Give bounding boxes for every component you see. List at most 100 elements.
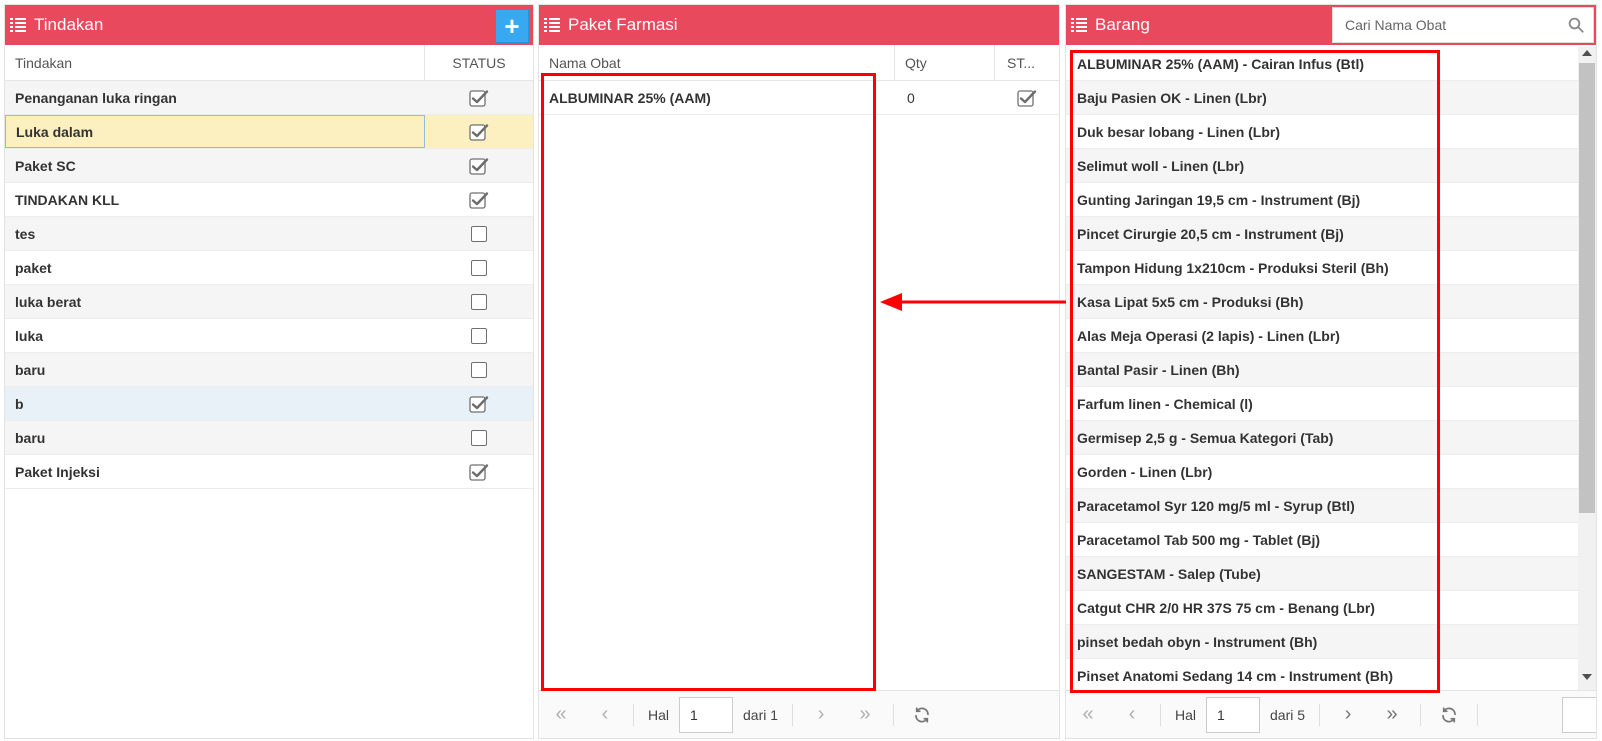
barang-row[interactable]: Farfum linen - Chemical (l)	[1066, 387, 1578, 421]
page-number-input[interactable]	[1206, 696, 1261, 733]
scroll-down-icon[interactable]	[1582, 674, 1592, 680]
barang-name: Baju Pasien OK - Linen (Lbr)	[1077, 89, 1267, 106]
checkbox-unchecked-icon[interactable]	[471, 327, 487, 344]
barang-row[interactable]: Gorden - Linen (Lbr)	[1066, 455, 1578, 489]
checkbox-unchecked-icon[interactable]	[471, 429, 487, 446]
first-page-button[interactable]: «	[539, 696, 583, 734]
barang-row[interactable]: Germisep 2,5 g - Semua Kategori (Tab)	[1066, 421, 1578, 455]
scroll-up-icon[interactable]	[1582, 50, 1592, 56]
barang-row[interactable]: Pincet Cirurgie 20,5 cm - Instrument (Bj…	[1066, 217, 1578, 251]
barang-row[interactable]: Selimut woll - Linen (Lbr)	[1066, 149, 1578, 183]
tindakan-name: paket	[15, 259, 52, 276]
barang-row[interactable]: SANGESTAM - Salep (Tube)	[1066, 557, 1578, 591]
checkbox-checked-icon[interactable]	[469, 89, 489, 107]
barang-name: Gunting Jaringan 19,5 cm - Instrument (B…	[1077, 191, 1361, 208]
barang-row[interactable]: ALBUMINAR 25% (AAM) - Cairan Infus (Btl)	[1066, 47, 1578, 81]
refresh-icon	[1442, 706, 1456, 723]
checkbox-unchecked-icon[interactable]	[471, 361, 487, 378]
barang-row[interactable]: pinset bedah obyn - Instrument (Bh)	[1066, 625, 1578, 659]
barang-row[interactable]: Pinset Anatomi Sedang 14 cm - Instrument…	[1066, 659, 1578, 690]
barang-row[interactable]: Paracetamol Syr 120 mg/5 ml - Syrup (Btl…	[1066, 489, 1578, 523]
tindakan-row[interactable]: Paket Injeksi	[5, 455, 533, 489]
barang-row[interactable]: Duk besar lobang - Linen (Lbr)	[1066, 115, 1578, 149]
column-header-status[interactable]: STATUS	[425, 45, 533, 80]
checkbox-checked-icon[interactable]	[469, 157, 489, 175]
tindakan-name: baru	[15, 361, 46, 378]
list-icon	[544, 18, 560, 32]
barang-name: Catgut CHR 2/0 HR 37S 75 cm - Benang (Lb…	[1077, 599, 1375, 616]
tindakan-rows: Penanganan luka ringan Luka dalam Paket SC…	[5, 81, 533, 489]
search-icon[interactable]	[1559, 8, 1593, 42]
paket-farmasi-panel: Paket Farmasi Nama Obat Qty ST... ALBUMI…	[538, 4, 1060, 739]
qty-value[interactable]: 0	[895, 81, 995, 114]
barang-title: Barang	[1095, 15, 1150, 34]
barang-scrollbar[interactable]	[1578, 47, 1596, 690]
barang-name: Tampon Hidung 1x210cm - Produksi Steril …	[1077, 259, 1389, 276]
column-header-nama-obat[interactable]: Nama Obat	[539, 45, 895, 80]
barang-row[interactable]: Kasa Lipat 5x5 cm - Produksi (Bh)	[1066, 285, 1578, 319]
tindakan-name: luka berat	[15, 293, 82, 310]
checkbox-checked-icon[interactable]	[469, 463, 489, 481]
first-page-button[interactable]: «	[1066, 696, 1110, 734]
barang-list: ALBUMINAR 25% (AAM) - Cairan Infus (Btl)…	[1066, 47, 1578, 690]
barang-row[interactable]: Tampon Hidung 1x210cm - Produksi Steril …	[1066, 251, 1578, 285]
checkbox-checked-icon[interactable]	[469, 191, 489, 209]
tindakan-row[interactable]: Penanganan luka ringan	[5, 81, 533, 115]
barang-name: Gorden - Linen (Lbr)	[1077, 463, 1213, 480]
checkbox-unchecked-icon[interactable]	[471, 293, 487, 310]
page-number-input[interactable]	[679, 696, 734, 733]
column-header-qty[interactable]: Qty	[895, 45, 995, 80]
tindakan-status	[425, 115, 533, 148]
barang-name: Paracetamol Syr 120 mg/5 ml - Syrup (Btl…	[1077, 497, 1355, 514]
scrollbar-thumb[interactable]	[1579, 63, 1595, 513]
column-header-tindakan[interactable]: Tindakan	[5, 45, 425, 80]
tindakan-name: Penanganan luka ringan	[15, 89, 177, 106]
tindakan-status	[425, 251, 533, 284]
tindakan-row[interactable]: luka	[5, 319, 533, 353]
paket-row[interactable]: ALBUMINAR 25% (AAM) 0	[539, 81, 1059, 115]
pager-separator	[893, 703, 895, 726]
checkbox-checked-icon[interactable]	[1017, 89, 1037, 107]
add-tindakan-button[interactable]: +	[495, 9, 529, 43]
checkbox-checked-icon[interactable]	[469, 123, 489, 141]
plus-icon: +	[504, 11, 520, 41]
tindakan-status	[425, 149, 533, 182]
search-input[interactable]	[1333, 8, 1559, 42]
next-page-button[interactable]: ›	[1326, 696, 1370, 734]
barang-name: Pincet Cirurgie 20,5 cm - Instrument (Bj…	[1077, 225, 1344, 242]
tindakan-row[interactable]: paket	[5, 251, 533, 285]
barang-name: pinset bedah obyn - Instrument (Bh)	[1077, 633, 1318, 650]
barang-name: Germisep 2,5 g - Semua Kategori (Tab)	[1077, 429, 1334, 446]
barang-row[interactable]: Bantal Pasir - Linen (Bh)	[1066, 353, 1578, 387]
barang-row[interactable]: Catgut CHR 2/0 HR 37S 75 cm - Benang (Lb…	[1066, 591, 1578, 625]
last-page-button[interactable]: »	[843, 696, 887, 734]
barang-row[interactable]: Alas Meja Operasi (2 lapis) - Linen (Lbr…	[1066, 319, 1578, 353]
tindakan-row[interactable]: baru	[5, 353, 533, 387]
refresh-button[interactable]	[1427, 696, 1471, 734]
tindakan-row[interactable]: b	[5, 387, 533, 421]
tindakan-title: Tindakan	[34, 15, 104, 34]
barang-name: Farfum linen - Chemical (l)	[1077, 395, 1253, 412]
last-page-button[interactable]: »	[1370, 696, 1414, 734]
prev-page-button[interactable]: ‹	[1110, 696, 1154, 734]
tindakan-row[interactable]: tes	[5, 217, 533, 251]
barang-row[interactable]: Paracetamol Tab 500 mg - Tablet (Bj)	[1066, 523, 1578, 557]
next-page-button[interactable]: ›	[799, 696, 843, 734]
tindakan-row[interactable]: TINDAKAN KLL	[5, 183, 533, 217]
barang-row[interactable]: Gunting Jaringan 19,5 cm - Instrument (B…	[1066, 183, 1578, 217]
tindakan-row[interactable]: Luka dalam	[5, 115, 533, 149]
prev-page-button[interactable]: ‹	[583, 696, 627, 734]
tindakan-name: baru	[15, 429, 46, 446]
tindakan-row[interactable]: Paket SC	[5, 149, 533, 183]
checkbox-unchecked-icon[interactable]	[471, 225, 487, 242]
checkbox-checked-icon[interactable]	[469, 395, 489, 413]
barang-name: SANGESTAM - Salep (Tube)	[1077, 565, 1261, 582]
tindakan-row[interactable]: luka berat	[5, 285, 533, 319]
column-header-status[interactable]: ST...	[995, 45, 1059, 80]
page-size-box[interactable]	[1562, 697, 1596, 733]
barang-row[interactable]: Baju Pasien OK - Linen (Lbr)	[1066, 81, 1578, 115]
refresh-button[interactable]	[900, 696, 944, 734]
barang-name: Kasa Lipat 5x5 cm - Produksi (Bh)	[1077, 293, 1304, 310]
checkbox-unchecked-icon[interactable]	[471, 259, 487, 276]
tindakan-row[interactable]: baru	[5, 421, 533, 455]
